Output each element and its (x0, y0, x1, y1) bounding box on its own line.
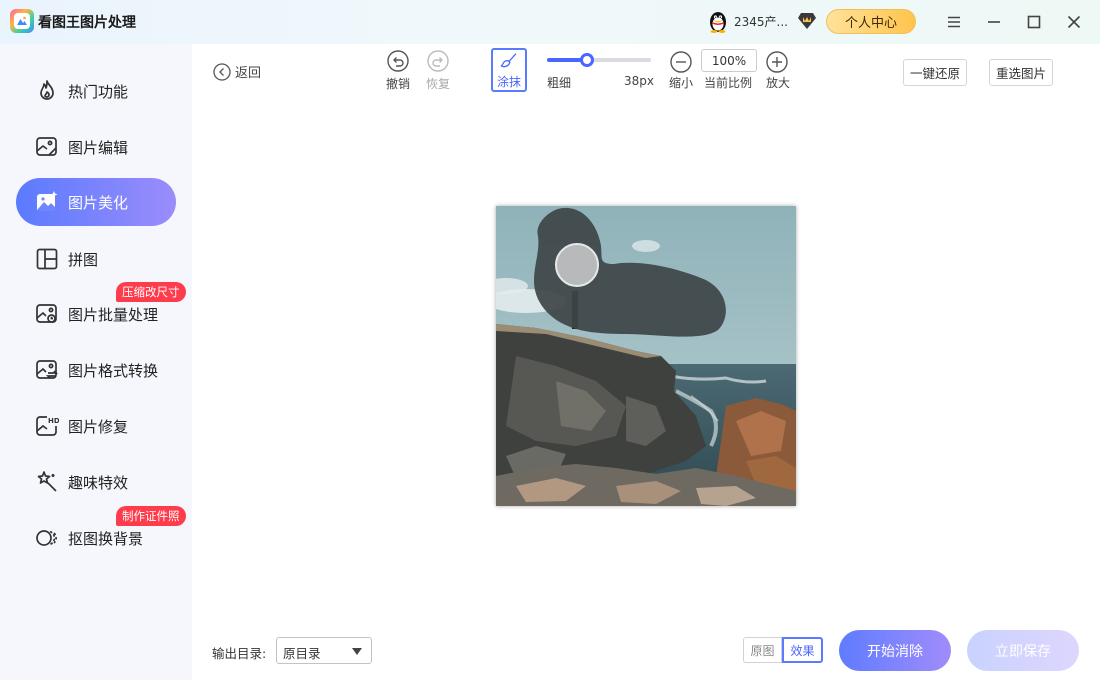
chevron-down-icon (352, 648, 362, 655)
image-canvas[interactable] (496, 206, 796, 506)
title-bar: 看图王图片处理 2345产... 个人中心 (0, 0, 1100, 44)
thickness-slider-handle[interactable] (579, 53, 594, 67)
output-dir-select[interactable]: 原目录 (276, 637, 372, 664)
restore-all-button[interactable]: 一键还原 (903, 59, 967, 86)
flame-icon (35, 79, 59, 103)
zoom-in-label: 放大 (766, 76, 791, 90)
back-arrow-icon (213, 62, 231, 81)
coastal-photo (496, 206, 796, 506)
undo-label: 撤销 (385, 77, 410, 91)
start-erase-button[interactable]: 开始消除 (839, 630, 951, 671)
sidebar-item-label: 图片修复 (68, 418, 129, 436)
personal-center-button[interactable]: 个人中心 (826, 9, 916, 34)
sidebar-item-collage[interactable]: 拼图 (16, 235, 176, 283)
save-now-button[interactable]: 立即保存 (967, 630, 1079, 671)
sidebar-item-label: 热门功能 (68, 83, 129, 101)
close-icon[interactable] (1062, 10, 1086, 34)
sidebar-item-fun-effects[interactable]: 趣味特效 (16, 458, 176, 506)
vip-diamond-icon[interactable] (797, 12, 817, 30)
thickness-slider[interactable] (547, 53, 651, 67)
sidebar-item-image-edit[interactable]: 图片编辑 (16, 123, 176, 171)
app-window: 看图王图片处理 2345产... 个人中心 热门功能 图片编辑 图片美化 拼图 … (0, 0, 1100, 680)
sidebar-item-label: 拼图 (68, 251, 99, 269)
menu-icon[interactable] (942, 10, 966, 34)
user-name[interactable]: 2345产... (734, 13, 788, 30)
redo-label: 恢复 (425, 77, 450, 91)
collage-icon (35, 247, 59, 271)
sidebar-item-label: 图片批量处理 (68, 306, 159, 324)
ratio-label: 当前比例 (704, 76, 753, 90)
sidebar-item-image-repair[interactable]: HD 图片修复 (16, 402, 176, 450)
maximize-icon[interactable] (1022, 10, 1046, 34)
cutout-icon (35, 526, 59, 550)
magic-wand-icon (35, 470, 59, 494)
sidebar: 热门功能 图片编辑 图片美化 拼图 压缩改尺寸 图片批量处理 图片格式转换 HD… (0, 44, 192, 680)
image-hd-icon: HD (35, 414, 60, 438)
undo-button[interactable]: 撤销 (381, 50, 415, 92)
smear-label: 涂抹 (496, 75, 521, 89)
sidebar-item-hot-features[interactable]: 热门功能 (16, 67, 176, 115)
app-logo-icon (10, 9, 34, 33)
sidebar-item-label: 图片格式转换 (68, 362, 159, 380)
sidebar-item-image-convert[interactable]: 图片格式转换 (16, 346, 176, 394)
sidebar-item-label: 图片编辑 (68, 139, 129, 157)
brush-icon (500, 53, 517, 68)
thickness-value: 38px (624, 74, 654, 88)
output-dir-label: 输出目录: (212, 646, 267, 661)
image-batch-icon (35, 302, 59, 326)
reselect-image-button[interactable]: 重选图片 (989, 59, 1053, 86)
image-beautify-icon (35, 190, 59, 214)
sidebar-item-label: 抠图换背景 (68, 530, 144, 548)
zoom-in-icon[interactable] (766, 51, 788, 73)
undo-icon (387, 50, 409, 72)
minimize-icon[interactable] (982, 10, 1006, 34)
view-effect-toggle[interactable]: 效果 (782, 637, 823, 663)
output-dir-value: 原目录 (283, 646, 321, 661)
zoom-out-label: 缩小 (669, 76, 694, 90)
image-convert-icon (35, 358, 59, 382)
image-edit-icon (35, 135, 59, 159)
back-label: 返回 (235, 66, 262, 81)
thickness-label: 粗细 (547, 76, 572, 90)
redo-button[interactable]: 恢复 (421, 50, 455, 92)
redo-icon (427, 50, 449, 72)
app-title: 看图王图片处理 (38, 15, 136, 31)
svg-text:HD: HD (48, 417, 59, 425)
sidebar-item-label: 趣味特效 (68, 474, 129, 492)
sidebar-item-label: 图片美化 (68, 194, 129, 212)
sidebar-item-image-beautify[interactable]: 图片美化 (16, 178, 176, 226)
smear-tool-button[interactable]: 涂抹 (491, 48, 527, 92)
sidebar-item-cutout[interactable]: 抠图换背景 (16, 514, 176, 562)
qq-penguin-icon[interactable] (706, 9, 730, 33)
ratio-input[interactable]: 100% (701, 49, 757, 72)
zoom-out-icon[interactable] (670, 51, 692, 73)
view-original-toggle[interactable]: 原图 (743, 637, 782, 663)
sidebar-item-image-batch[interactable]: 图片批量处理 (16, 290, 176, 338)
back-button[interactable]: 返回 (213, 62, 261, 81)
